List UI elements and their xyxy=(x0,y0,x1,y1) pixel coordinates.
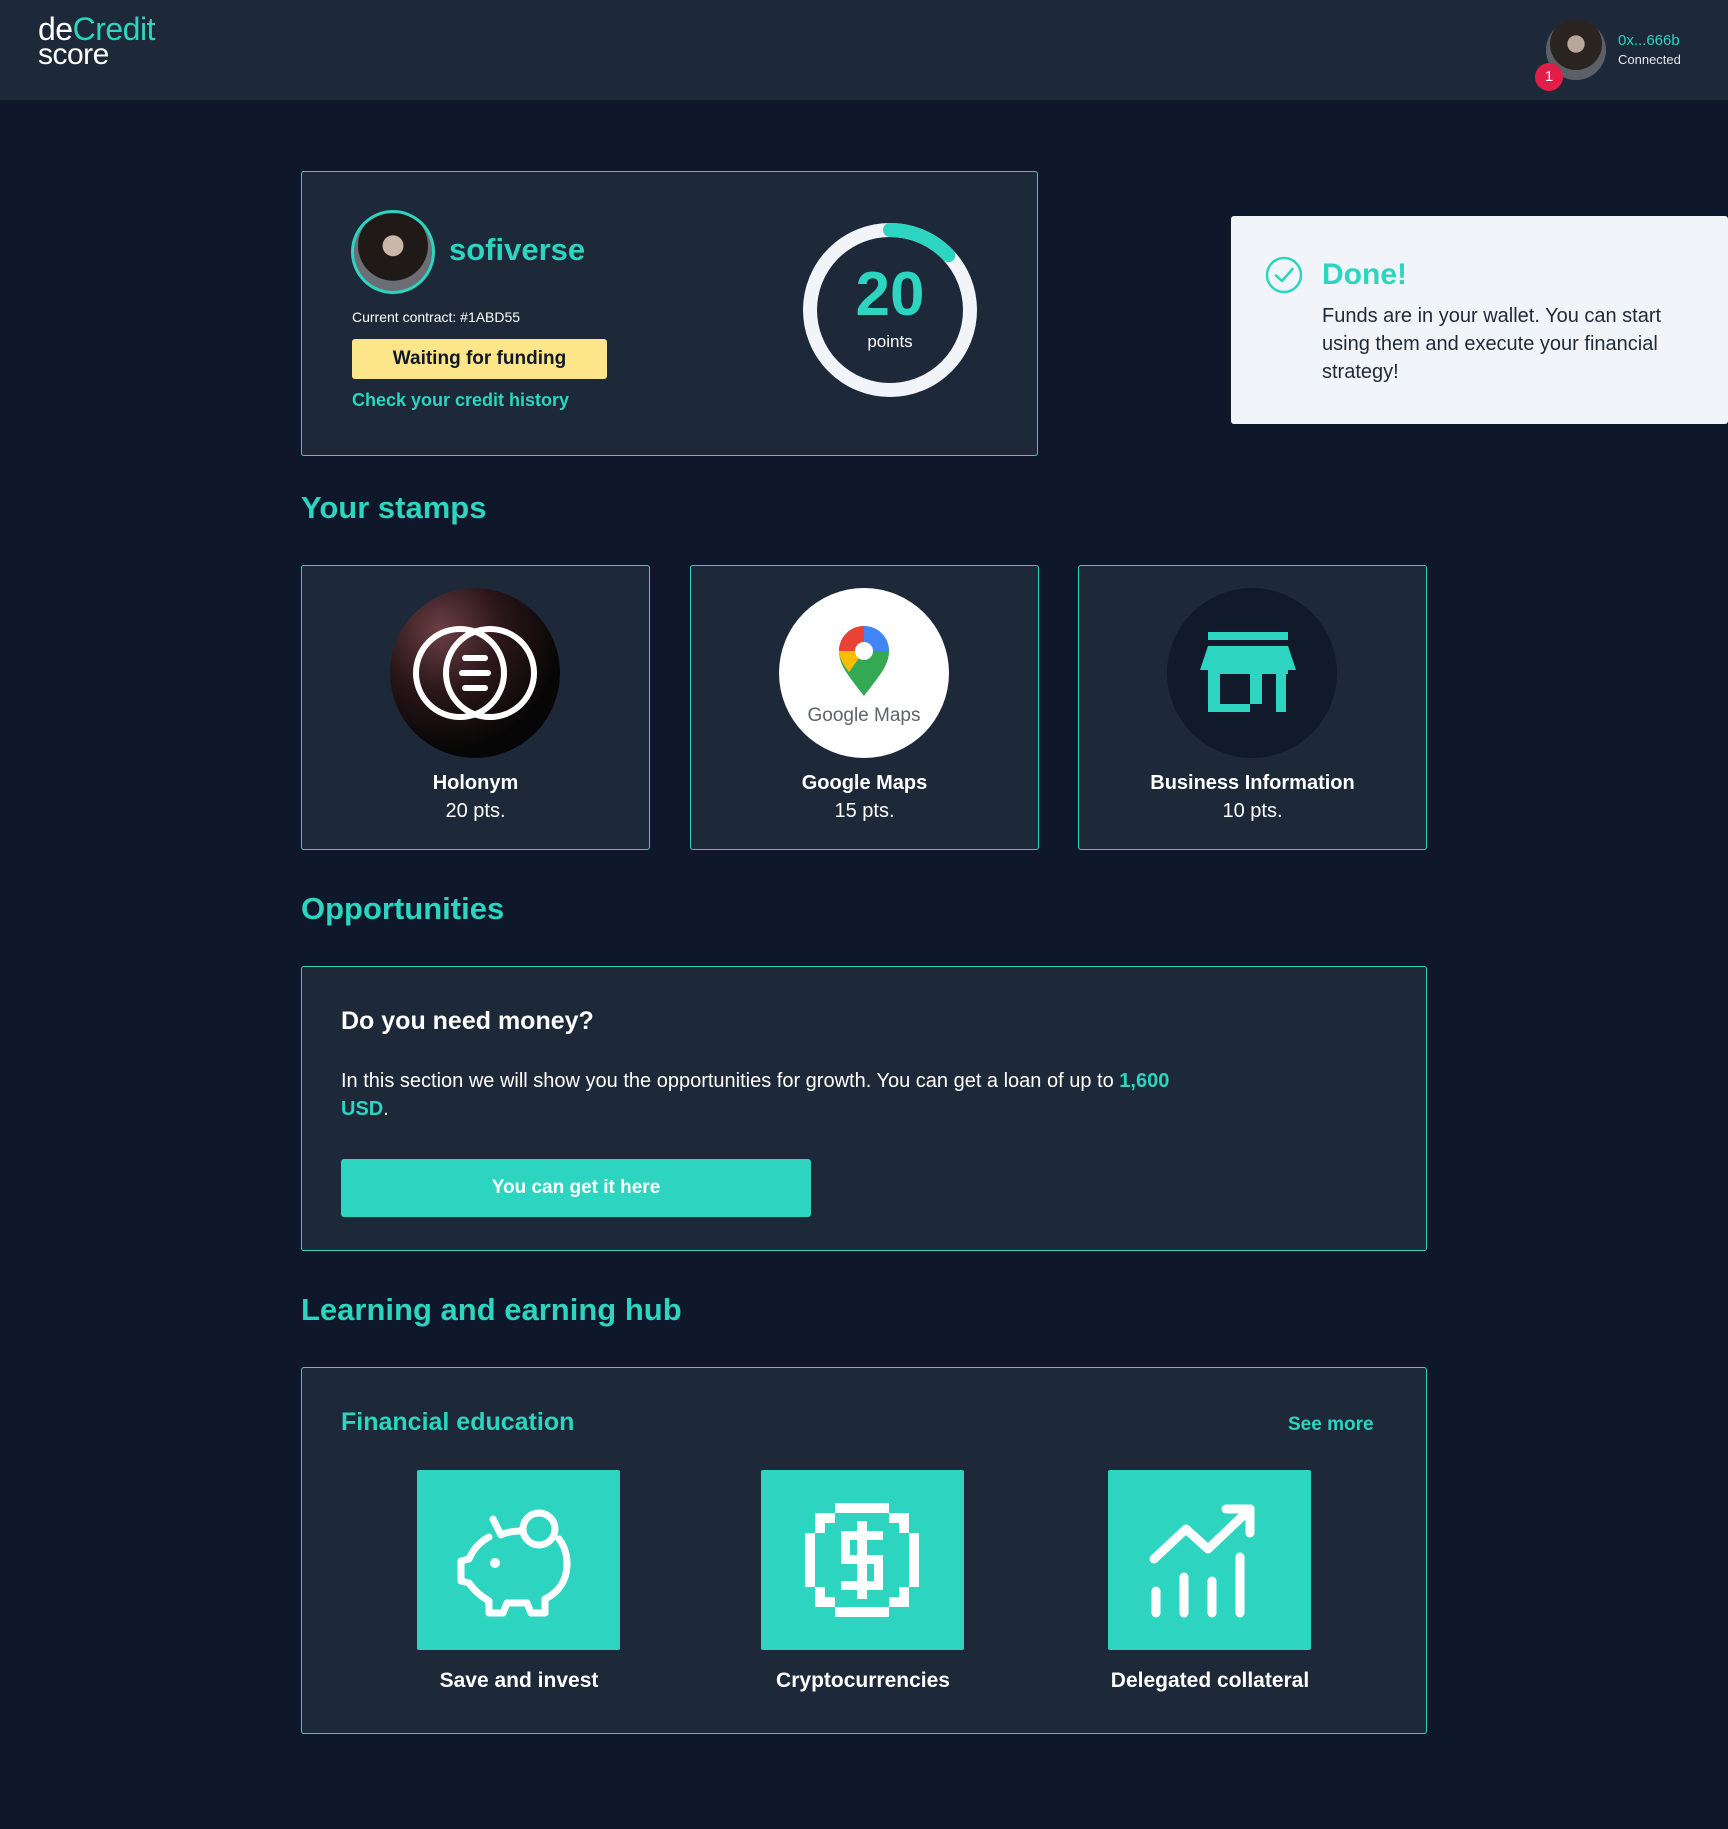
get-loan-button[interactable]: You can get it here xyxy=(341,1159,811,1217)
stamp-name: Business Information xyxy=(1150,772,1355,794)
stamp-points: 20 pts. xyxy=(445,800,506,822)
loan-opportunity-card: Do you need money? In this section we wi… xyxy=(301,966,1427,1251)
piggy-bank-icon xyxy=(457,1509,571,1617)
edu-tile-delegated-collateral[interactable] xyxy=(1108,1470,1311,1650)
stamp-points: 15 pts. xyxy=(834,800,895,822)
opportunity-description: In this section we will show you the opp… xyxy=(341,1067,1181,1123)
current-contract: Current contract: #1ABD55 xyxy=(352,309,521,325)
see-more-link[interactable]: See more xyxy=(1288,1414,1374,1436)
status-badge: Waiting for funding xyxy=(352,339,607,379)
wallet-status: Connected xyxy=(1618,52,1681,67)
edu-tile-cryptocurrencies[interactable] xyxy=(761,1470,964,1650)
profile-avatar xyxy=(351,210,435,294)
edu-label: Cryptocurrencies xyxy=(776,1669,950,1692)
opportunities-section-title: Opportunities xyxy=(301,891,505,926)
credit-history-link[interactable]: Check your credit history xyxy=(352,390,569,411)
google-maps-logo-icon: Google Maps xyxy=(779,588,949,758)
opportunity-text: In this section we will show you the opp… xyxy=(341,1070,1120,1092)
wallet-address: 0x...666b xyxy=(1618,32,1680,49)
notification-badge[interactable]: 1 xyxy=(1535,63,1563,91)
success-toast: Done! Funds are in your wallet. You can … xyxy=(1231,216,1728,424)
edu-tile-save-invest[interactable] xyxy=(417,1470,620,1650)
profile-name: sofiverse xyxy=(449,232,586,267)
score-unit: points xyxy=(867,332,913,351)
storefront-icon xyxy=(1167,588,1337,758)
stamp-card-google-maps[interactable]: Google Maps Google Maps 15 pts. xyxy=(690,565,1039,850)
stamps-section-title: Your stamps xyxy=(301,490,487,525)
growth-chart-icon xyxy=(1149,1504,1255,1618)
hub-section-title: Learning and earning hub xyxy=(301,1292,682,1327)
top-bar: deCredit score 1 0x...666b Connected xyxy=(0,0,1728,100)
financial-education-title: Financial education xyxy=(341,1408,575,1436)
opportunity-title: Do you need money? xyxy=(341,1007,594,1035)
check-circle-icon xyxy=(1265,256,1303,294)
profile-card: sofiverse Current contract: #1ABD55 Wait… xyxy=(301,171,1038,456)
financial-education-card: Financial education See more Save and in… xyxy=(301,1367,1427,1734)
edu-label: Delegated collateral xyxy=(1110,1669,1310,1692)
dollar-coin-icon xyxy=(805,1503,919,1617)
stamp-card-business-information[interactable]: Business Information 10 pts. xyxy=(1078,565,1427,850)
holonym-logo-icon xyxy=(390,588,560,758)
toast-message: Funds are in your wallet. You can start … xyxy=(1322,305,1662,383)
stamp-points: 10 pts. xyxy=(1222,800,1283,822)
app-logo[interactable]: deCredit score xyxy=(38,13,155,70)
google-maps-logo-text: Google Maps xyxy=(807,705,920,726)
toast-title: Done! xyxy=(1322,258,1407,291)
stamp-card-holonym[interactable]: Holonym 20 pts. xyxy=(301,565,650,850)
edu-label: Save and invest xyxy=(439,1669,599,1692)
score-value: 20 xyxy=(855,260,925,329)
opportunity-text-end: . xyxy=(383,1098,389,1120)
stamp-name: Google Maps xyxy=(801,772,928,794)
stamp-name: Holonym xyxy=(432,772,519,794)
